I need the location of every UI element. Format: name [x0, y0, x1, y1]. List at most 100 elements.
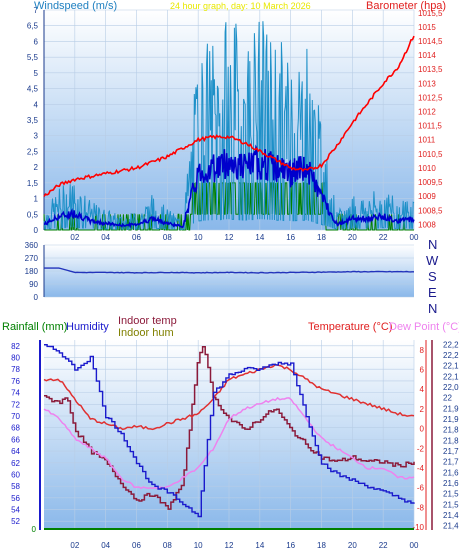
wind-tick-label: 1,5: [27, 179, 39, 188]
humidity-tick-label: 60: [11, 470, 20, 479]
humidity-x-tick-label: 04: [101, 541, 110, 550]
barometer-tick-label: 1014,5: [418, 37, 443, 46]
humidity-tick-label: 78: [11, 365, 20, 374]
barometer-tick-label: 1015: [418, 23, 436, 32]
temperature-tick-label: -2: [417, 444, 425, 453]
barometer-tick-label: 1010,5: [418, 150, 443, 159]
humidity-x-tick-label: 06: [132, 541, 141, 550]
indoor-temp-tick-label: 21,55: [443, 490, 459, 499]
indoor-temp-tick-label: 21,7: [443, 458, 459, 467]
humidity-tick-label: 70: [11, 412, 20, 421]
weather-graph-page: 0 0,5 1 1,5 2 2,5 3 3,5 4 4,5 5 5,5 6 6,5 7 1008 1008,5 1…: [0, 0, 459, 555]
barometer-tick-label: 1008: [418, 220, 436, 229]
temperature-tick-label: 2: [420, 405, 425, 414]
humidity-x-tick-label: 10: [194, 541, 203, 550]
humidity-tick-label: 66: [11, 435, 20, 444]
humidity-tick-label: 82: [11, 342, 20, 351]
wind-tick-label: 0,5: [27, 210, 39, 219]
direction-tick-label: 270: [25, 254, 39, 263]
compass-w: W: [426, 253, 439, 268]
barometer-tick-label: 1013,5: [418, 65, 443, 74]
wind-x-tick-label: 18: [317, 233, 326, 242]
humidity-axis-title: Humidity: [66, 321, 109, 333]
temperature-tick-label: 4: [420, 385, 425, 394]
temperature-tick-label: -6: [417, 484, 425, 493]
barometer-tick-label: 1009: [418, 192, 436, 201]
humidity-tick-label: 62: [11, 459, 20, 468]
temperature-axis-title: Temperature (°C): [308, 321, 392, 333]
humidity-tick-label: 76: [11, 377, 20, 386]
indoor-temp-tick-label: 21,75: [443, 447, 459, 456]
indoor-temp-tick-label: 21,6: [443, 479, 459, 488]
humidity-tick-label: 80: [11, 354, 20, 363]
indoor-temp-tick-label: 21,45: [443, 511, 459, 520]
indoor-temp-title: Indoor temp: [118, 315, 177, 327]
wind-tick-label: 5,5: [27, 53, 39, 62]
indoor-temp-tick-label: 21,8: [443, 436, 459, 445]
rainfall-tick-label: 0: [32, 525, 37, 534]
wind-axis-title: Windspeed (m/s): [34, 0, 117, 12]
wind-x-tick-label: 02: [70, 233, 79, 242]
wind-tick-label: 1: [34, 195, 39, 204]
dewpoint-axis-title: Dew Point (°C): [389, 321, 459, 333]
humidity-x-tick-label: 22: [379, 541, 388, 550]
compass-n-top: N: [428, 237, 437, 252]
indoor-temp-tick-label: 21,9: [443, 415, 459, 424]
rainfall-axis-title: Rainfall (mm): [2, 321, 67, 333]
indoor-temp-tick-label: 22,15: [443, 362, 459, 371]
wind-x-tick-label: 12: [225, 233, 234, 242]
wind-x-tick-label: 22: [379, 233, 388, 242]
compass-e: E: [428, 285, 437, 300]
humidity-x-tick-label: 02: [70, 541, 79, 550]
humidity-tick-label: 54: [11, 506, 20, 515]
wind-x-tick-label: 06: [132, 233, 141, 242]
humidity-x-tick-label: 00: [410, 541, 419, 550]
wind-x-tick-label: 16: [286, 233, 295, 242]
barometer-tick-label: 1008,5: [418, 206, 443, 215]
wind-tick-label: 3: [34, 132, 39, 141]
wind-tick-label: 3,5: [27, 116, 39, 125]
direction-tick-label: 360: [25, 241, 39, 250]
wind-x-tick-label: 08: [163, 233, 172, 242]
temperature-tick-label: -10: [412, 523, 424, 532]
direction-tick-label: 0: [34, 293, 39, 302]
humidity-x-tick-label: 16: [286, 541, 295, 550]
indoor-temp-tick-label: 21,5: [443, 500, 459, 509]
indoor-temp-tick-label: 21,65: [443, 468, 459, 477]
humidity-x-tick-label: 14: [255, 541, 264, 550]
barometer-axis-title: Barometer (hpa): [366, 0, 446, 12]
wind-tick-label: 6: [34, 37, 39, 46]
indoor-temp-tick-label: 21,85: [443, 426, 459, 435]
humidity-x-tick-label: 18: [317, 541, 326, 550]
barometer-tick-label: 1010: [418, 164, 436, 173]
humidity-x-tick-label: 08: [163, 541, 172, 550]
wind-x-tick-label: 00: [410, 233, 419, 242]
direction-tick-label: 90: [29, 280, 38, 289]
temperature-tick-label: 6: [420, 366, 425, 375]
temperature-tick-label: -8: [417, 503, 425, 512]
weather-graph-canvas: 00,511,522,533,544,555,566,5710081008,51…: [2, 0, 459, 550]
indoor-temp-tick-label: 22,05: [443, 383, 459, 392]
temperature-tick-label: -4: [417, 464, 425, 473]
indoor-temp-tick-label: 22: [443, 394, 452, 403]
wind-x-tick-label: 14: [255, 233, 264, 242]
barometer-tick-label: 1011: [418, 136, 436, 145]
humidity-tick-label: 64: [11, 447, 20, 456]
barometer-tick-label: 1012,5: [418, 93, 443, 102]
wind-tick-label: 4,5: [27, 85, 39, 94]
humidity-x-tick-label: 20: [348, 541, 357, 550]
humidity-x-tick-label: 12: [225, 541, 234, 550]
indoor-temp-tick-label: 21,4: [443, 522, 459, 531]
wind-tick-label: 2,5: [27, 147, 39, 156]
barometer-tick-label: 1009,5: [418, 178, 443, 187]
compass-s: S: [428, 269, 437, 284]
barometer-tick-label: 1013: [418, 79, 436, 88]
wind-tick-label: 5: [34, 69, 39, 78]
compass-n-bottom: N: [428, 301, 437, 316]
indoor-temp-tick-label: 22,1: [443, 372, 459, 381]
humidity-tick-label: 72: [11, 400, 20, 409]
indoor-temp-tick-label: 22,2: [443, 351, 459, 360]
humidity-tick-label: 56: [11, 494, 20, 503]
barometer-tick-label: 1011,5: [418, 122, 442, 131]
wind-tick-label: 2: [34, 163, 39, 172]
